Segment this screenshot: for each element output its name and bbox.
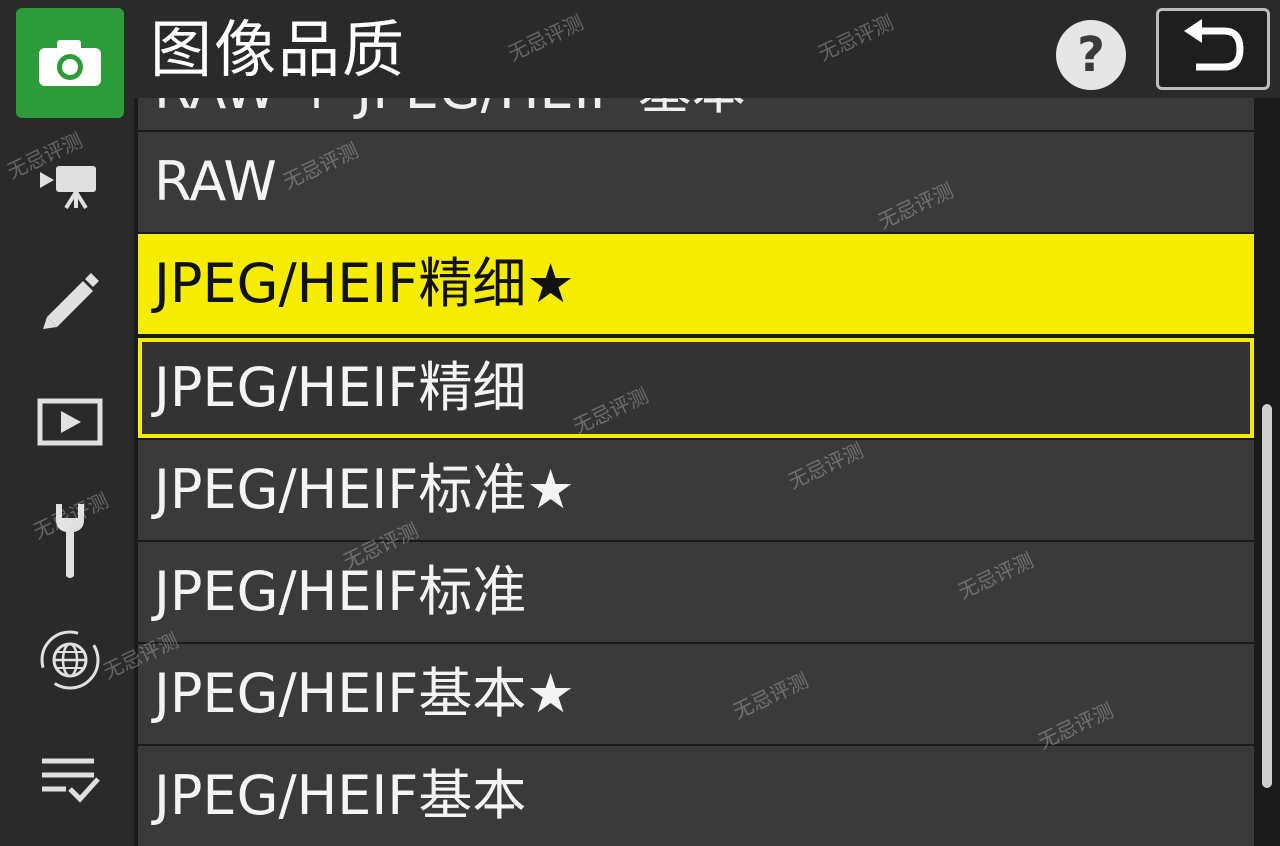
sidebar-item-photo-shooting[interactable] bbox=[16, 8, 124, 118]
sidebar-item-my-menu[interactable] bbox=[14, 730, 126, 830]
movie-camera-icon bbox=[38, 158, 102, 210]
my-menu-icon bbox=[38, 755, 102, 805]
menu-item-normal-star[interactable]: JPEG/HEIF标准★ bbox=[138, 440, 1254, 540]
sidebar-item-setup[interactable] bbox=[14, 490, 126, 590]
back-button[interactable] bbox=[1156, 8, 1270, 90]
menu-item-fine-star[interactable]: JPEG/HEIF精细★ bbox=[138, 234, 1254, 334]
menu-item-raw[interactable]: RAW bbox=[138, 132, 1254, 232]
back-arrow-icon bbox=[1180, 19, 1246, 79]
menu-item-basic[interactable]: JPEG/HEIF基本 bbox=[138, 746, 1254, 846]
pencil-icon bbox=[39, 269, 101, 331]
sidebar-item-playback[interactable] bbox=[14, 372, 126, 472]
camera-icon bbox=[37, 38, 103, 88]
scrollbar-thumb[interactable] bbox=[1262, 404, 1272, 788]
menu-item-normal[interactable]: JPEG/HEIF标准 bbox=[138, 542, 1254, 642]
menu-item-fine[interactable]: JPEG/HEIF精细 bbox=[138, 338, 1254, 438]
playback-icon bbox=[37, 398, 103, 446]
menu-item-basic-star[interactable]: JPEG/HEIF基本★ bbox=[138, 644, 1254, 744]
sidebar bbox=[0, 0, 134, 846]
sidebar-item-custom-settings[interactable] bbox=[14, 250, 126, 350]
sidebar-item-network[interactable] bbox=[14, 610, 126, 710]
menu-list: RAW + JPEG/HEIF 基本 RAW JPEG/HEIF精细★ JPEG… bbox=[138, 98, 1254, 846]
network-globe-icon bbox=[35, 627, 105, 693]
page-title: 图像品质 bbox=[150, 13, 407, 86]
wrench-icon bbox=[50, 500, 90, 580]
header: 图像品质 ? bbox=[134, 0, 1280, 98]
menu-item-partial[interactable]: RAW + JPEG/HEIF 基本 bbox=[138, 98, 1254, 130]
sidebar-item-movie[interactable] bbox=[14, 134, 126, 234]
help-button[interactable]: ? bbox=[1056, 20, 1126, 90]
